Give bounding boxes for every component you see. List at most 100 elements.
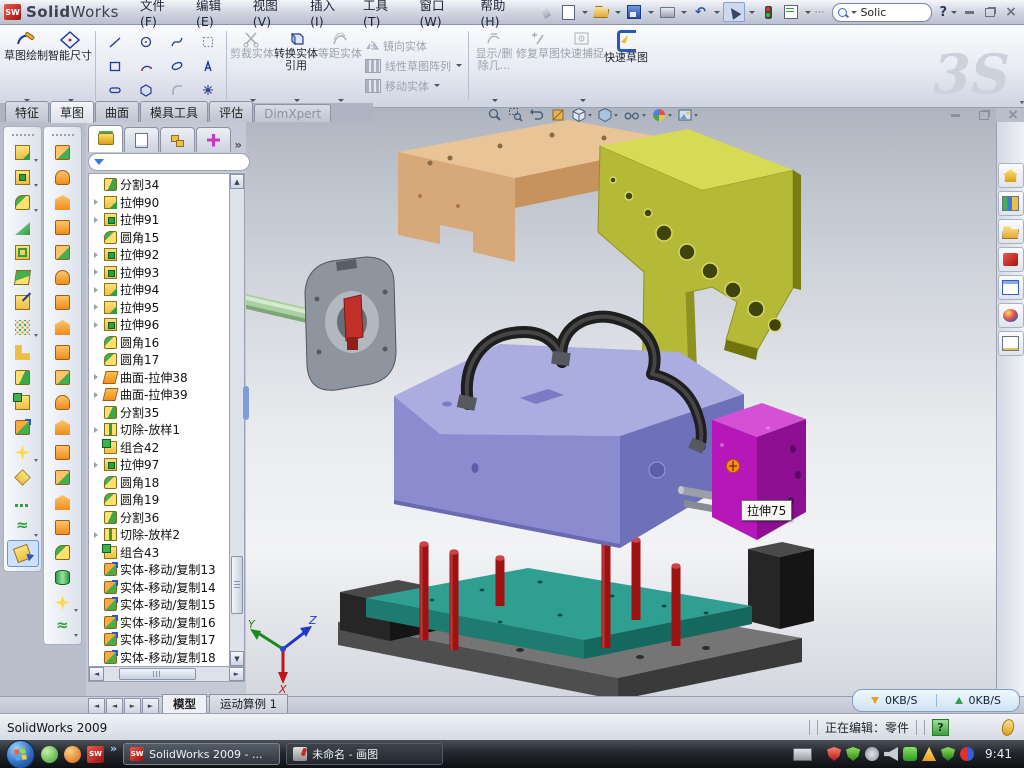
scene-icon[interactable] [676,105,699,125]
draft-analysis-button[interactable] [48,165,78,190]
expand-arrow-icon[interactable] [93,461,101,469]
split-button[interactable] [8,365,38,390]
move-entities-button[interactable]: 移动实体 [362,77,465,95]
tree-item[interactable]: 分割36 [89,509,230,527]
convert-entities-button[interactable]: 转换实体引用 [274,26,318,105]
surface-curve-button[interactable] [48,615,78,640]
expand-arrow-icon[interactable] [93,618,101,626]
undo-button[interactable]: ↶ [690,3,710,21]
tree-item[interactable]: 圆角19 [89,491,230,509]
planar-surface-button[interactable] [48,290,78,315]
taskbar-clock[interactable]: 9:41 [985,747,1012,761]
point-sketch-icon[interactable] [192,78,223,102]
expand-arrow-icon[interactable] [93,181,101,189]
custom-properties-button[interactable] [998,331,1024,356]
quick-tips-help-icon[interactable]: ? [932,719,949,736]
menu-item[interactable]: 视图(V) [244,0,301,32]
tree-item[interactable]: 组合43 [89,544,230,562]
display-style-icon[interactable] [596,105,619,125]
open-button[interactable] [591,3,611,21]
tree-item[interactable]: 分割35 [89,404,230,422]
tree-item[interactable]: 曲面-拉伸39 [89,386,230,404]
expand-arrow-icon[interactable] [93,583,101,591]
line-sketch-icon[interactable] [99,30,130,54]
scroll-down-icon[interactable]: ▼ [230,651,244,666]
hide-show-items-icon[interactable] [622,105,647,125]
design-library-button[interactable] [998,191,1024,216]
app-close-button[interactable]: × [1002,4,1020,20]
expand-arrow-icon[interactable] [93,513,101,521]
doc-nav-button[interactable]: ► [142,698,159,714]
command-tab[interactable]: 曲面 [95,101,139,122]
extruded-cut-button[interactable] [8,165,38,190]
expand-arrow-icon[interactable] [93,321,101,329]
taskbar-button-paint[interactable]: 未命名 - 画图 [286,743,443,765]
rib-button[interactable] [8,340,38,365]
expand-arrow-icon[interactable] [93,426,101,434]
dropdown-caret-icon[interactable] [34,209,38,212]
chamfer-button[interactable] [8,215,38,240]
print-dropdown-caret-icon[interactable] [681,11,687,14]
exploded-mold-assembly[interactable]: Y Z X [246,103,996,696]
command-tab[interactable]: DimXpert [254,104,331,122]
orientation-caret-icon[interactable] [588,114,592,117]
update-tray-icon[interactable] [865,747,879,761]
hole-wizard-button[interactable] [8,290,38,315]
circle-sketch-icon[interactable] [130,30,161,54]
expand-arrow-icon[interactable] [93,198,101,206]
solidworks-quicklaunch-icon[interactable]: SW [87,746,104,763]
taskbar-button-solidworks[interactable]: SW SolidWorks 2009 - ... [123,743,280,765]
warning-tray-icon[interactable] [922,747,936,761]
expand-arrow-icon[interactable] [93,531,101,539]
expand-arrow-icon[interactable] [93,233,101,241]
messenger-quicklaunch-icon[interactable] [41,746,58,763]
graphics-viewport[interactable]: Y Z X [246,103,996,696]
arc-sketch-icon[interactable] [130,54,161,78]
ellipse-sketch-icon[interactable] [161,54,192,78]
view-orientation-icon[interactable] [570,105,593,125]
menu-item[interactable]: 文件(F) [131,0,187,32]
menu-item[interactable]: 工具(T) [354,0,411,32]
command-tab[interactable]: 模具工具 [140,101,208,122]
previous-view-icon[interactable] [528,105,546,125]
panel-splitter-handle[interactable] [243,386,249,420]
featuremanager-tab[interactable] [88,125,123,152]
combine-button[interactable] [8,390,38,415]
expand-arrow-icon[interactable] [93,338,101,346]
freeform-button[interactable] [48,565,78,590]
tree-item[interactable]: 圆角17 [89,351,230,369]
scene-caret-icon[interactable] [694,114,698,117]
move-copy-body-button[interactable] [8,415,38,440]
panel-overflow-chevron-icon[interactable]: » [234,138,244,152]
tree-item[interactable]: 组合42 [89,439,230,457]
solidworks-resources-button[interactable] [998,163,1024,188]
pattern-dropdown-caret-icon[interactable] [456,64,462,67]
box-select-icon[interactable] [192,30,223,54]
tree-item[interactable]: 实体-移动/复制17 [89,631,230,649]
rapid-sketch-button[interactable]: 快速草图 [604,26,648,105]
select-dropdown-caret-icon[interactable] [749,11,755,14]
knit-surface-button[interactable] [48,365,78,390]
expand-arrow-icon[interactable] [93,443,101,451]
display-delete-relations-button[interactable]: 显示/删除几... [472,26,516,105]
document-tab[interactable]: 运动算例 1 [209,694,288,714]
save-dropdown-caret-icon[interactable] [648,11,654,14]
sketch-text-icon[interactable] [192,54,223,78]
quicklaunch-overflow-chevron-icon[interactable]: » [110,742,117,755]
dropdown-caret-icon[interactable] [74,609,78,612]
command-tab[interactable]: 草图 [50,101,94,123]
expand-arrow-icon[interactable] [93,286,101,294]
solidworks-search-button[interactable] [998,247,1024,272]
network-tray-icon[interactable] [903,747,917,761]
shut-off-surface-button[interactable] [48,240,78,265]
expand-arrow-icon[interactable] [93,373,101,381]
file-explorer-button[interactable] [998,219,1024,244]
help-button[interactable]: ? [939,5,947,20]
doc-nav-button[interactable]: ◄ [106,698,123,714]
volume-tray-icon[interactable] [884,747,898,761]
media-quicklaunch-icon[interactable] [64,746,81,763]
linear-sketch-pattern-button[interactable]: 线性草图阵列 [362,57,465,75]
expand-arrow-icon[interactable] [93,496,101,504]
new-dropdown-caret-icon[interactable] [582,11,588,14]
repair-sketch-button[interactable]: 修复草图 [516,26,560,105]
